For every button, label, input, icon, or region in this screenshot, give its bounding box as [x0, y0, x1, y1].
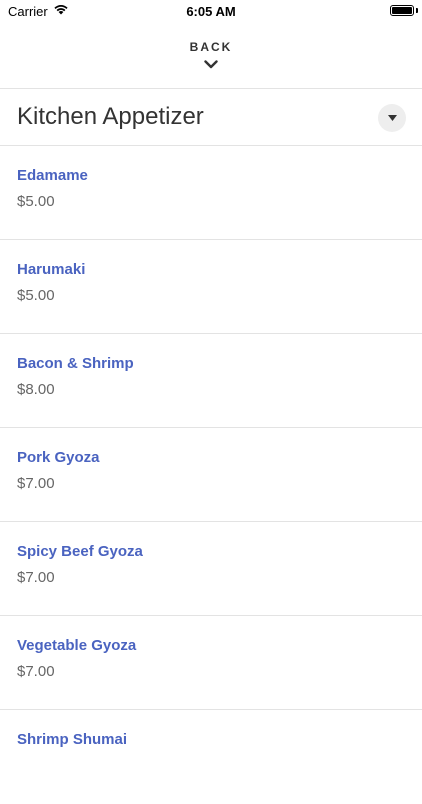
item-name: Spicy Beef Gyoza	[17, 543, 143, 560]
battery-tip	[416, 8, 418, 13]
item-name: Pork Gyoza	[17, 449, 100, 466]
category-header: Kitchen Appetizer	[0, 89, 422, 145]
menu-list: Edamame $5.00 Harumaki $5.00 Bacon & Shr…	[0, 146, 422, 804]
status-bar: Carrier 6:05 AM	[0, 0, 422, 22]
menu-item[interactable]: Pork Gyoza $7.00	[0, 428, 422, 522]
back-label: BACK	[189, 40, 233, 54]
item-name: Harumaki	[17, 261, 86, 278]
item-price: $5.00	[17, 193, 55, 210]
item-name: Bacon & Shrimp	[17, 355, 134, 372]
menu-item[interactable]: Harumaki $5.00	[0, 240, 422, 334]
battery-icon	[390, 5, 414, 16]
category-title: Kitchen Appetizer	[17, 103, 204, 130]
menu-item[interactable]: Spicy Beef Gyoza $7.00	[0, 522, 422, 616]
item-price: $5.00	[17, 287, 55, 304]
chevron-down-icon	[204, 60, 218, 69]
item-name: Vegetable Gyoza	[17, 637, 137, 654]
clock: 6:05 AM	[186, 4, 236, 19]
item-price: $7.00	[17, 475, 55, 492]
item-name: Edamame	[17, 167, 88, 184]
item-price: $7.00	[17, 569, 55, 586]
menu-item[interactable]: Edamame $5.00	[0, 146, 422, 240]
category-dropdown-button[interactable]	[378, 104, 406, 132]
caret-down-icon	[387, 115, 397, 121]
item-price: $8.00	[17, 381, 55, 398]
menu-item[interactable]: Shrimp Shumai	[0, 710, 422, 804]
menu-item[interactable]: Vegetable Gyoza $7.00	[0, 616, 422, 710]
back-button[interactable]: BACK	[0, 38, 422, 78]
item-name: Shrimp Shumai	[17, 731, 128, 748]
menu-item[interactable]: Bacon & Shrimp $8.00	[0, 334, 422, 428]
item-price: $7.00	[17, 663, 55, 680]
